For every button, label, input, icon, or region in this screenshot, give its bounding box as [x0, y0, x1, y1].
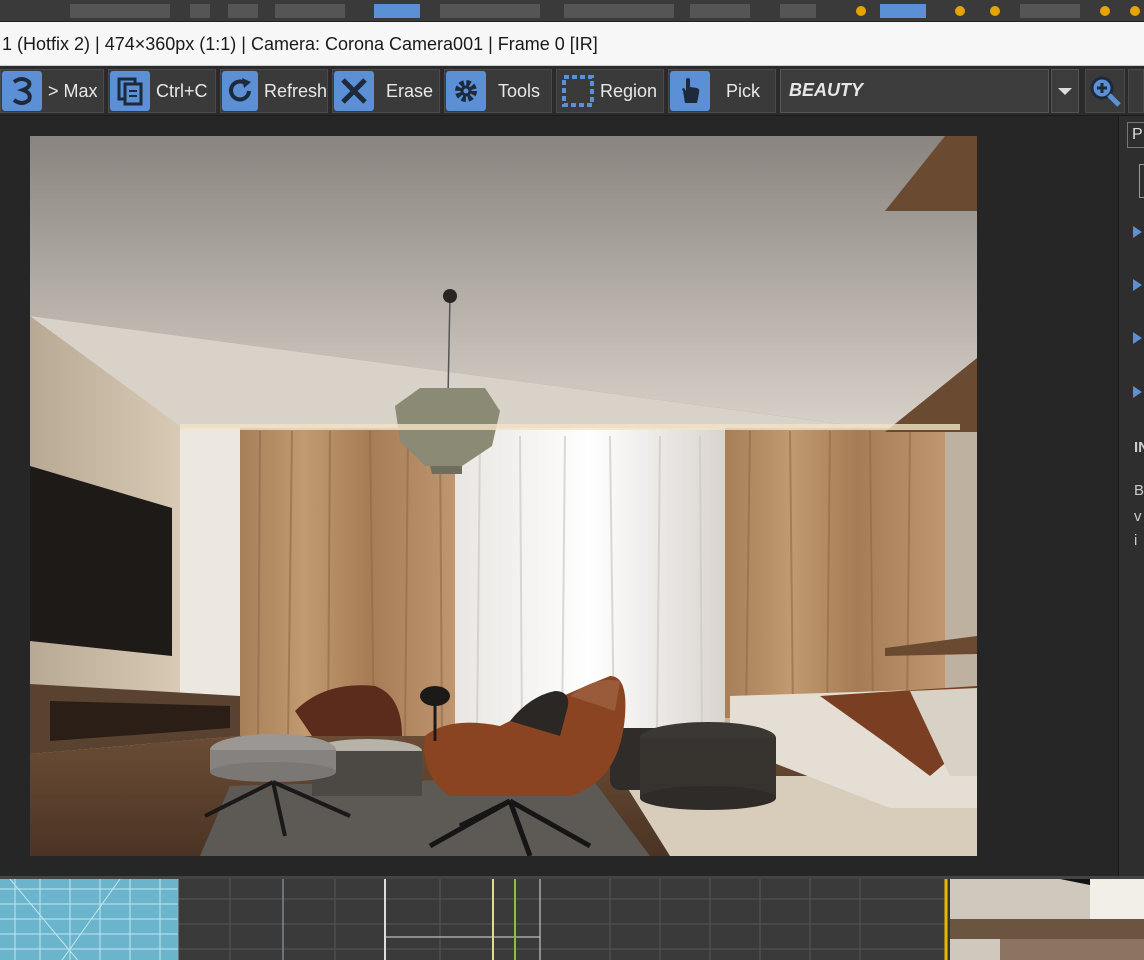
side-panel: P IN B v i [1118, 116, 1144, 876]
host-toolbar-button[interactable] [275, 4, 345, 18]
region-select-icon [558, 71, 598, 111]
zoom-out-button[interactable] [1128, 69, 1144, 113]
channel-dropdown-arrow[interactable] [1051, 69, 1079, 113]
chevron-down-icon [1058, 87, 1072, 95]
host-toolbar-button[interactable] [690, 4, 750, 18]
host-toolbar-icon[interactable] [955, 6, 965, 16]
region-label: Region [600, 80, 658, 101]
host-toolbar-icon[interactable] [1130, 6, 1140, 16]
pick-button[interactable]: Pick [668, 69, 776, 113]
render-viewport[interactable] [0, 116, 1118, 876]
expand-arrow-icon[interactable] [1133, 279, 1142, 291]
rendered-image[interactable] [30, 136, 977, 856]
host-toolbar-button[interactable] [228, 4, 258, 18]
zoom-in-button[interactable] [1085, 69, 1125, 113]
host-toolbar-button[interactable] [880, 4, 926, 18]
send-to-max-button[interactable]: > Max [0, 69, 104, 113]
tools-label: Tools [498, 80, 541, 101]
host-toolbar-icon[interactable] [1100, 6, 1110, 16]
vfb-title-bar: 1 (Hotfix 2) | 474×360px (1:1) | Camera:… [0, 22, 1144, 66]
refresh-label: Refresh [263, 80, 327, 101]
refresh-icon [222, 71, 258, 111]
side-panel-info-line: i [1134, 532, 1138, 549]
host-toolbar-field[interactable] [70, 4, 170, 18]
region-button[interactable]: Region [556, 69, 664, 113]
vfb-toolbar: > Max Ctrl+C Refresh Erase Tools Region [0, 66, 1144, 116]
host-toolbar-button[interactable] [440, 4, 540, 18]
host-toolbar-button[interactable] [780, 4, 816, 18]
side-panel-field[interactable] [1139, 164, 1144, 198]
gear-icon [446, 71, 486, 111]
window-title: 1 (Hotfix 2) | 474×360px (1:1) | Camera:… [2, 34, 598, 54]
copy-icon [110, 71, 150, 111]
refresh-button[interactable]: Refresh [220, 69, 328, 113]
side-panel-tab[interactable]: P [1127, 122, 1144, 148]
host-toolbar-button[interactable] [1020, 4, 1080, 18]
viewport-grid-illustration [0, 879, 1144, 960]
send-to-max-label: > Max [48, 80, 98, 101]
side-panel-info-line: B [1134, 482, 1144, 499]
expand-arrow-icon[interactable] [1133, 226, 1142, 238]
render-channel-select[interactable]: BEAUTY [780, 69, 1049, 113]
expand-arrow-icon[interactable] [1133, 332, 1142, 344]
side-panel-section-label: IN [1134, 439, 1144, 456]
host-toolbar-button[interactable] [374, 4, 420, 18]
copy-label: Ctrl+C [156, 80, 208, 101]
pointer-hand-icon [670, 71, 710, 111]
erase-x-icon [334, 71, 374, 111]
side-panel-info-line: v [1134, 508, 1142, 525]
host-toolbar-button[interactable] [190, 4, 210, 18]
interior-render-illustration [30, 136, 977, 856]
copy-button[interactable]: Ctrl+C [108, 69, 216, 113]
host-toolbar-icon[interactable] [856, 6, 866, 16]
max-logo-icon [2, 71, 42, 111]
pick-label: Pick [726, 80, 761, 101]
max-viewports-strip[interactable] [0, 876, 1144, 960]
host-app-top-strip [0, 0, 1144, 22]
zoom-in-icon [1090, 76, 1121, 107]
erase-button[interactable]: Erase [332, 69, 440, 113]
tools-button[interactable]: Tools [444, 69, 552, 113]
host-toolbar-icon[interactable] [990, 6, 1000, 16]
host-toolbar-field[interactable] [564, 4, 674, 18]
expand-arrow-icon[interactable] [1133, 386, 1142, 398]
erase-label: Erase [386, 80, 434, 101]
